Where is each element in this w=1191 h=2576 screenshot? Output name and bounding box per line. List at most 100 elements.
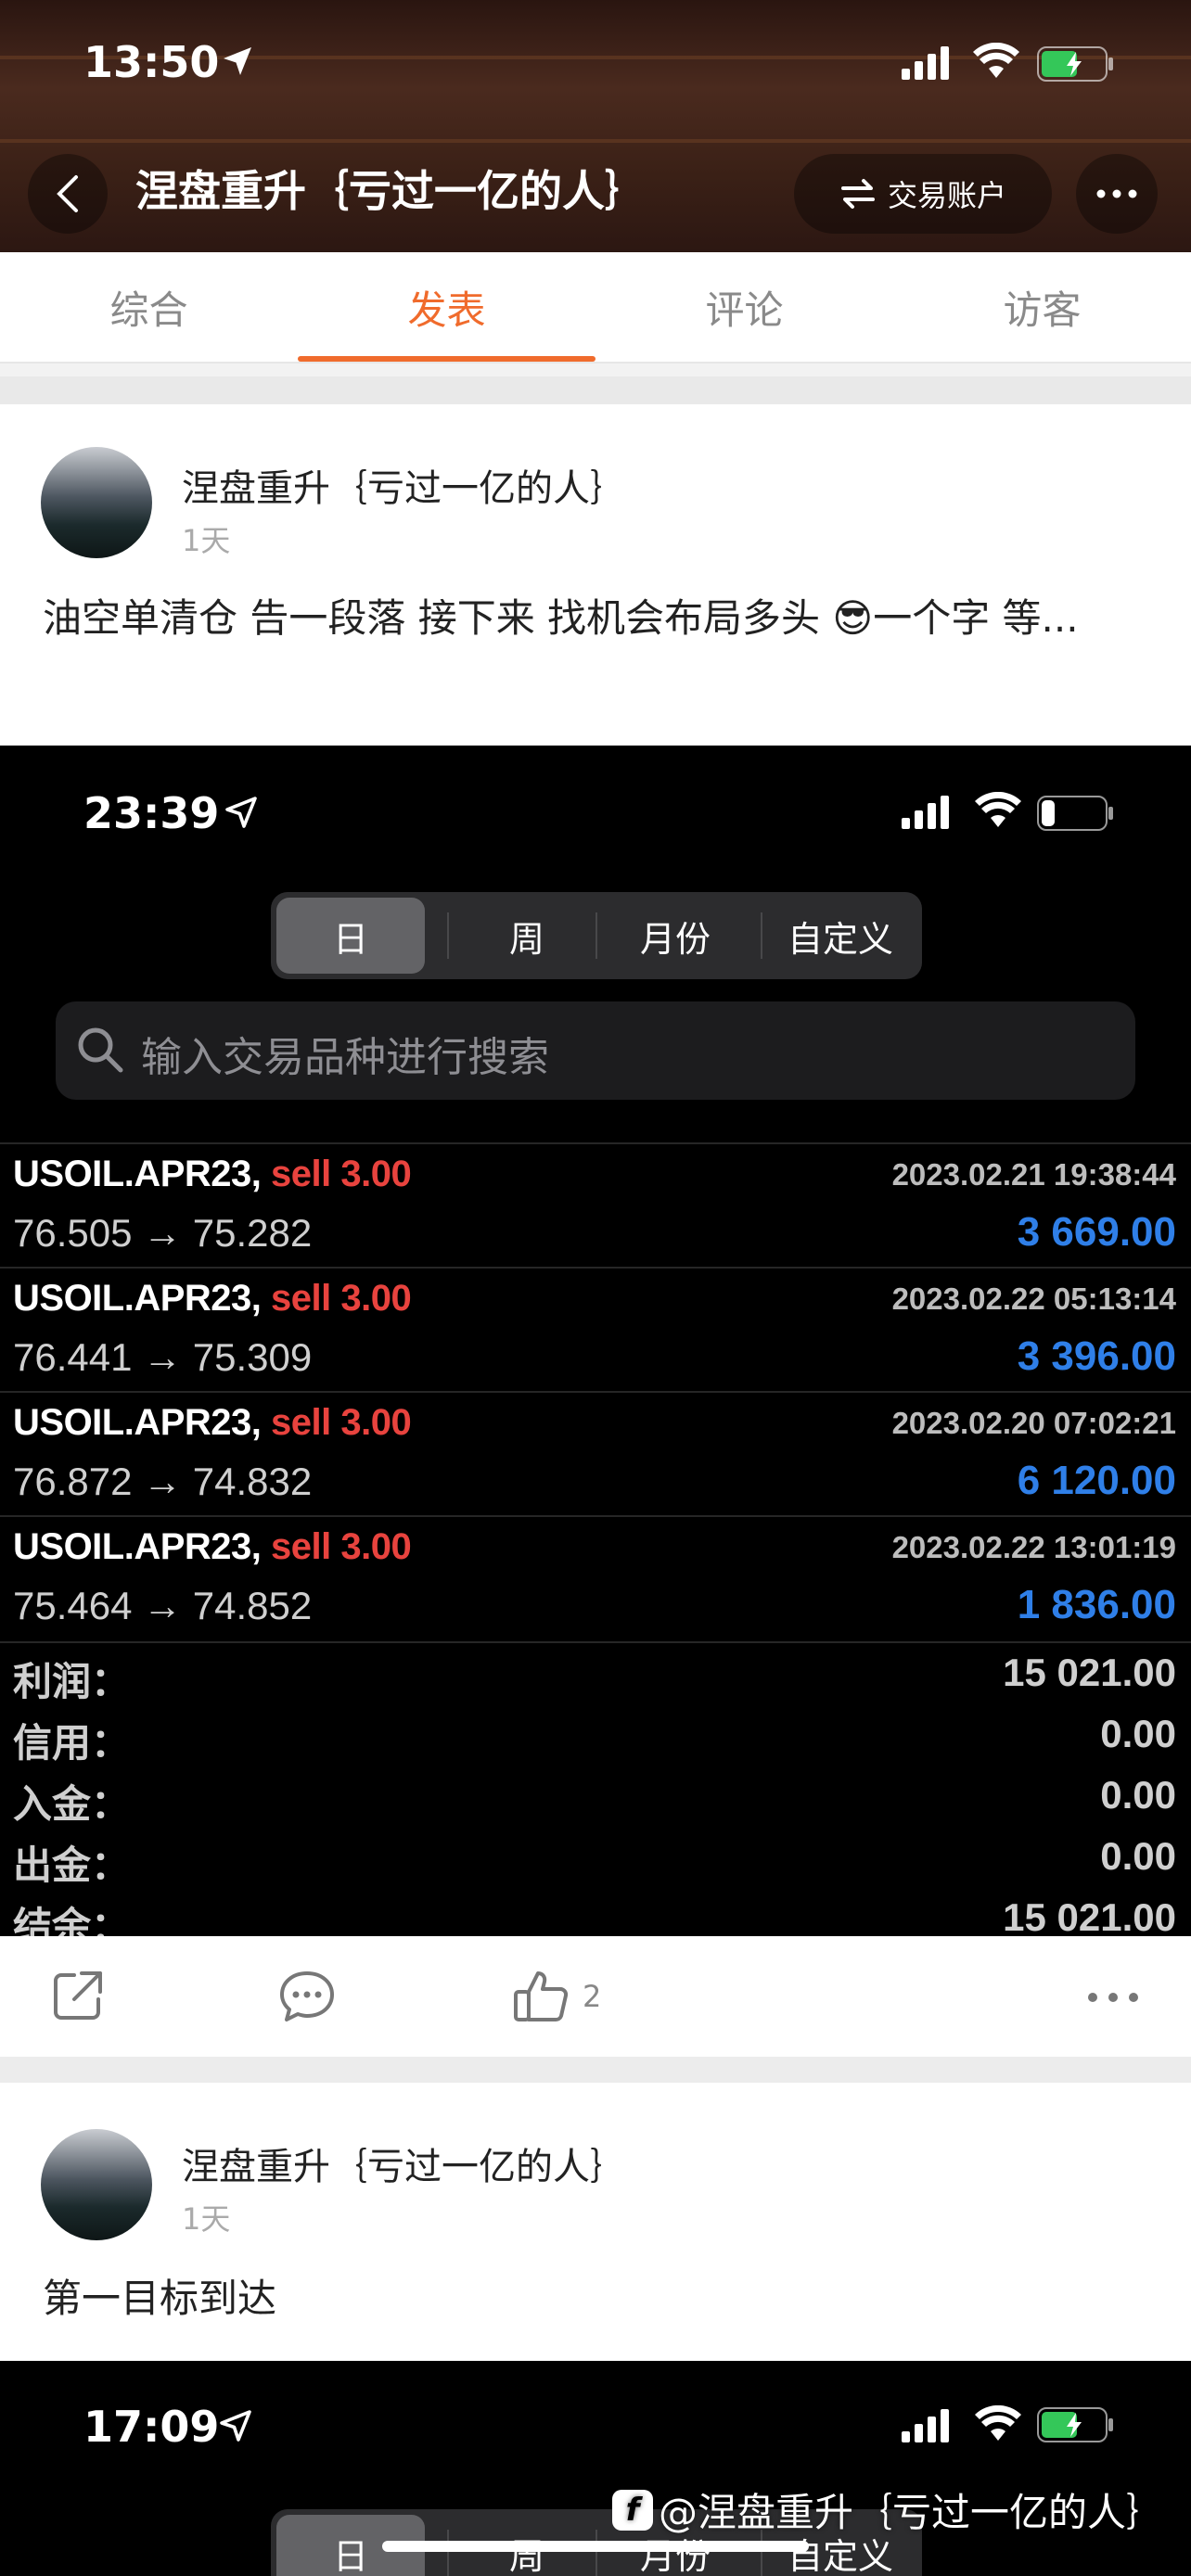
- trade-symbol: USOIL.APR23, sell 3.00: [13, 1526, 412, 1568]
- status-time: 13:50: [83, 37, 220, 87]
- watermark-text: @涅盘重升｛亏过一亿的人｝: [659, 2490, 1166, 2535]
- location-arrow-icon: [225, 797, 257, 828]
- account-summary: 利润： 15 021.00 信用： 0.00 入金： 0.00 出金： 0.00…: [0, 1641, 1191, 1936]
- section-divider: [0, 376, 1191, 404]
- trading-account-button[interactable]: 交易账户: [794, 154, 1052, 234]
- battery-charging-icon: [1037, 46, 1113, 82]
- summary-value: 0.00: [1100, 1834, 1176, 1878]
- trade-datetime: 2023.02.22 13:01:19: [891, 1530, 1176, 1564]
- thumbs-up-icon[interactable]: [512, 1968, 570, 2025]
- period-segmented-control: 日 周 月份 自定义: [271, 892, 922, 979]
- location-arrow-icon: [224, 47, 251, 75]
- segment-divider: [447, 2530, 449, 2576]
- image-status-time: 17:09: [83, 2402, 220, 2452]
- trade-prices: 75.464 → 74.852: [13, 1584, 313, 1627]
- status-bar: 13:50: [0, 0, 1191, 130]
- trade-prices: 76.441 → 75.309: [13, 1335, 313, 1379]
- segment-month[interactable]: 月份: [601, 898, 749, 974]
- ellipsis-icon: [1096, 189, 1137, 198]
- trade-symbol: USOIL.APR23, sell 3.00: [13, 1278, 412, 1320]
- cellular-signal-icon: [902, 46, 949, 80]
- profile-tabs: 综合 发表 评论 访客: [0, 252, 1191, 363]
- trade-symbol-text: USOIL.APR23,: [13, 1154, 262, 1194]
- trade-symbol-text: USOIL.APR23,: [13, 1402, 262, 1443]
- trade-profit: 6 120.00: [1017, 1458, 1176, 1503]
- trade-prices: 76.505 → 75.282: [13, 1211, 313, 1255]
- summary-value: 15 021.00: [1003, 1651, 1176, 1694]
- weibo-logo-icon: f: [612, 2489, 653, 2531]
- trade-row[interactable]: USOIL.APR23, sell 3.00 2023.02.22 05:13:…: [0, 1267, 1191, 1391]
- post-time: 1天: [182, 2201, 231, 2237]
- summary-value: 0.00: [1100, 1773, 1176, 1817]
- symbol-search-input[interactable]: 输入交易品种进行搜索: [56, 1001, 1135, 1100]
- tab-posts[interactable]: 发表: [298, 252, 596, 362]
- summary-label: 结余：: [13, 1904, 131, 1936]
- home-indicator: [382, 2541, 809, 2552]
- trade-symbol-text: USOIL.APR23,: [13, 1278, 262, 1319]
- profile-header: 13:50 涅盘重升｛亏过一亿的人｝ 交易账户: [0, 0, 1191, 252]
- summary-label: 出金：: [13, 1843, 131, 1888]
- post-actions-bar: 2: [0, 1936, 1191, 2057]
- swap-arrows-icon: [840, 179, 875, 209]
- wifi-icon: [975, 792, 1021, 827]
- tab-visitors[interactable]: 访客: [893, 252, 1191, 362]
- trade-row[interactable]: USOIL.APR23, sell 3.00 2023.02.21 19:38:…: [0, 1142, 1191, 1267]
- trade-row[interactable]: USOIL.APR23, sell 3.00 2023.02.20 07:02:…: [0, 1391, 1191, 1515]
- post-text[interactable]: 第一目标到达: [43, 2264, 1156, 2333]
- segment-divider: [761, 912, 762, 959]
- comment-icon[interactable]: [278, 1968, 336, 2023]
- cellular-signal-icon: [902, 796, 949, 829]
- like-count: 2: [583, 1979, 602, 2014]
- trading-account-label: 交易账户: [887, 178, 1006, 213]
- post-author[interactable]: 涅盘重升｛亏过一亿的人｝: [182, 458, 627, 512]
- section-divider: [0, 2057, 1191, 2083]
- trade-symbol: USOIL.APR23, sell 3.00: [13, 1154, 412, 1195]
- battery-charging-icon: [1037, 2407, 1113, 2442]
- image-status-time: 23:39: [83, 788, 220, 838]
- battery-low-icon: [1037, 796, 1113, 831]
- post-text[interactable]: 油空单清仓 告一段落 接下来 找机会布局多头 😎一个字 等...: [43, 584, 1156, 653]
- trade-datetime: 2023.02.20 07:02:21: [891, 1406, 1176, 1440]
- trade-datetime: 2023.02.21 19:38:44: [891, 1157, 1176, 1192]
- trade-side: sell 3.00: [271, 1154, 412, 1194]
- segment-week[interactable]: 周: [453, 898, 601, 974]
- post-author[interactable]: 涅盘重升｛亏过一亿的人｝: [182, 2136, 627, 2190]
- post-card[interactable]: 涅盘重升｛亏过一亿的人｝ 1天 第一目标到达: [0, 2083, 1191, 2361]
- watermark: f @涅盘重升｛亏过一亿的人｝: [612, 2481, 1165, 2538]
- summary-label: 信用：: [13, 1720, 131, 1766]
- post-card[interactable]: 涅盘重升｛亏过一亿的人｝ 1天 油空单清仓 告一段落 接下来 找机会布局多头 😎…: [0, 404, 1191, 746]
- more-icon[interactable]: [1087, 1992, 1139, 2003]
- avatar[interactable]: [41, 447, 152, 558]
- summary-value: 0.00: [1100, 1712, 1176, 1755]
- summary-value: 15 021.00: [1003, 1895, 1176, 1936]
- segment-divider: [447, 912, 449, 959]
- tab-comments[interactable]: 评论: [596, 252, 893, 362]
- summary-label: 利润：: [13, 1659, 131, 1704]
- trade-datetime: 2023.02.22 05:13:14: [891, 1282, 1176, 1316]
- segment-custom[interactable]: 自定义: [766, 898, 915, 974]
- back-button[interactable]: [28, 154, 108, 234]
- trade-symbol-text: USOIL.APR23,: [13, 1526, 262, 1567]
- cellular-signal-icon: [902, 2409, 949, 2442]
- trade-row[interactable]: USOIL.APR23, sell 3.00 2023.02.22 13:01:…: [0, 1515, 1191, 1639]
- header-background-shelf: [0, 139, 1191, 143]
- trade-profit: 3 669.00: [1017, 1209, 1176, 1255]
- trade-profit: 3 396.00: [1017, 1333, 1176, 1379]
- page-title: 涅盘重升｛亏过一亿的人｝: [135, 166, 647, 216]
- segment-day[interactable]: 日: [276, 898, 425, 974]
- post-image-trade-history[interactable]: 23:39 日 周 月份 自定义 输入交易品种进行搜索 USOIL.APR23,…: [0, 746, 1191, 1936]
- segment-divider: [596, 2530, 597, 2576]
- trade-symbol: USOIL.APR23, sell 3.00: [13, 1402, 412, 1444]
- trade-profit: 1 836.00: [1017, 1582, 1176, 1627]
- trade-side: sell 3.00: [271, 1278, 412, 1319]
- post-time: 1天: [182, 523, 231, 558]
- tab-overview[interactable]: 综合: [0, 252, 298, 362]
- search-icon: [78, 1027, 123, 1073]
- more-options-button[interactable]: [1076, 154, 1158, 234]
- share-icon[interactable]: [50, 1968, 106, 2023]
- chevron-left-icon: [57, 175, 78, 212]
- trade-side: sell 3.00: [271, 1526, 412, 1567]
- search-placeholder: 输入交易品种进行搜索: [141, 1034, 549, 1081]
- wifi-icon: [973, 43, 1019, 78]
- avatar[interactable]: [41, 2129, 152, 2240]
